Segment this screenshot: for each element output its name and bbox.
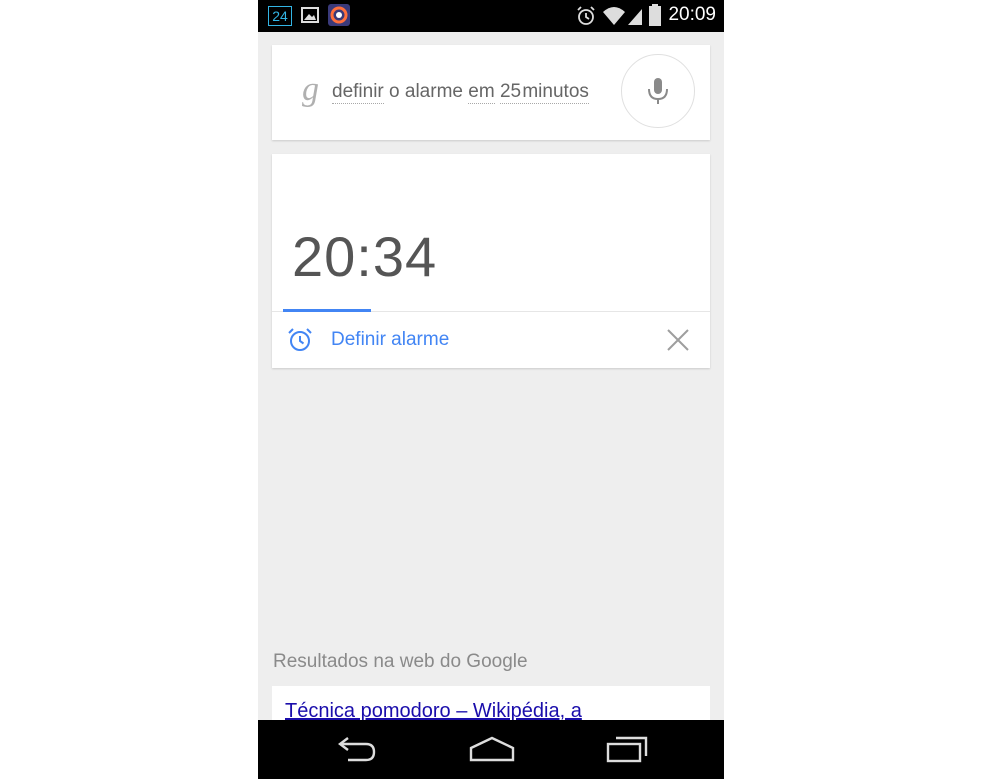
battery-icon xyxy=(648,4,662,26)
query-word: minutos xyxy=(522,81,589,104)
home-icon[interactable] xyxy=(468,734,516,770)
alarm-clock-icon xyxy=(286,326,314,358)
microphone-icon xyxy=(648,78,668,104)
set-alarm-button[interactable]: Definir alarme xyxy=(272,312,652,368)
google-logo: g xyxy=(302,71,319,108)
calendar-24-icon: 24 xyxy=(268,6,292,26)
app-icon xyxy=(328,4,350,26)
microphone-button[interactable] xyxy=(621,54,695,128)
navigation-bar xyxy=(258,720,724,779)
alarm-icon xyxy=(575,5,597,27)
alarm-card: 20:34 Definir alarme xyxy=(272,154,710,368)
query-word: definir xyxy=(332,81,384,104)
alarm-time[interactable]: 20:34 xyxy=(292,224,437,289)
close-icon xyxy=(667,329,689,351)
web-results-header: Resultados na web do Google xyxy=(273,651,528,672)
signal-icon xyxy=(626,5,644,27)
phone-screen: 24 20:09 g definir o alarme em 25 minuto… xyxy=(258,0,724,779)
status-time: 20:09 xyxy=(668,4,716,25)
query-word: em xyxy=(468,81,495,104)
query-word: alarme xyxy=(404,81,463,102)
query-word: 25 xyxy=(499,81,522,104)
dismiss-button[interactable] xyxy=(664,326,692,354)
back-icon[interactable] xyxy=(332,734,378,770)
recents-icon[interactable] xyxy=(604,734,650,770)
search-query[interactable]: definir o alarme em 25 minutos xyxy=(332,81,589,104)
status-bar: 24 20:09 xyxy=(258,0,724,32)
set-alarm-label: Definir alarme xyxy=(331,329,450,350)
image-icon xyxy=(300,5,320,27)
wifi-icon xyxy=(602,5,626,27)
search-card[interactable]: g definir o alarme em 25 minutos xyxy=(272,45,710,140)
query-word: o xyxy=(389,81,400,102)
